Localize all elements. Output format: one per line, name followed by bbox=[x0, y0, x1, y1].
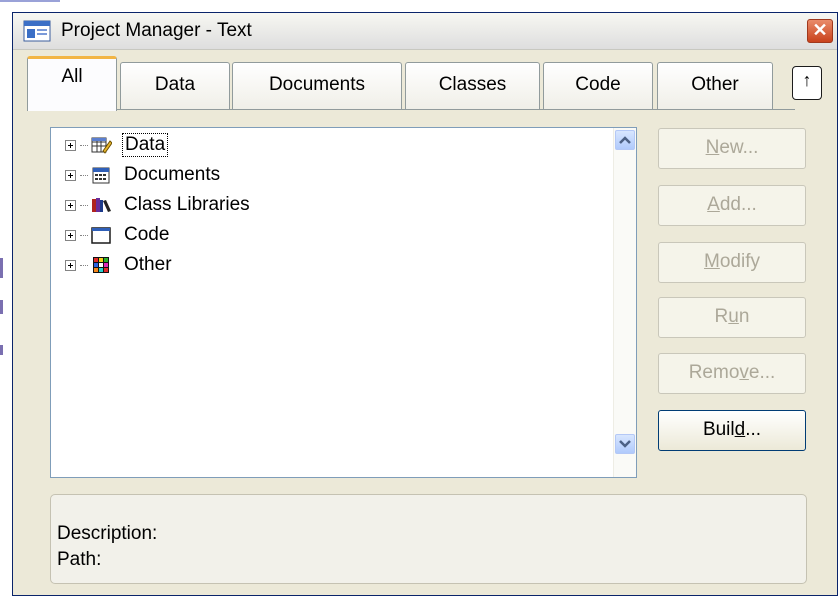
tab-classes[interactable]: Classes bbox=[405, 62, 540, 109]
button-label: New... bbox=[705, 137, 759, 158]
button-label: Modify bbox=[704, 251, 760, 272]
tab-data[interactable]: Data bbox=[120, 62, 230, 109]
close-button[interactable]: ✕ bbox=[807, 19, 833, 43]
scroll-down-button[interactable] bbox=[615, 434, 635, 454]
build-button[interactable]: Build... bbox=[658, 410, 806, 451]
project-manager-window: Project Manager - Text ✕ All Data Docume… bbox=[12, 12, 838, 596]
tree-connector bbox=[80, 234, 88, 236]
expand-icon[interactable] bbox=[65, 199, 76, 211]
other-icon bbox=[93, 257, 109, 273]
tab-label: Other bbox=[691, 74, 739, 95]
button-label: Build... bbox=[702, 419, 762, 440]
data-icon bbox=[91, 137, 112, 154]
tab-strip-divider bbox=[27, 109, 795, 110]
tab-label: Code bbox=[575, 74, 621, 95]
add-button[interactable]: Add... bbox=[658, 185, 806, 226]
tree-item-label: Data bbox=[122, 133, 169, 157]
description-panel: Description: Path: bbox=[50, 494, 807, 584]
tree-scrollbar[interactable] bbox=[613, 128, 636, 477]
remove-button[interactable]: Remove... bbox=[658, 353, 806, 394]
run-button[interactable]: Run bbox=[658, 297, 806, 338]
tab-documents[interactable]: Documents bbox=[232, 62, 402, 109]
chevron-up-icon bbox=[619, 136, 631, 144]
project-tree[interactable]: Data Documents Class Libraries Code Othe… bbox=[50, 127, 637, 478]
button-label: Run bbox=[714, 306, 750, 327]
scroll-up-button[interactable] bbox=[615, 130, 635, 150]
chevron-down-icon bbox=[619, 440, 631, 448]
class-libraries-icon bbox=[92, 198, 111, 212]
collapse-tabs-button[interactable]: ↑ bbox=[792, 66, 822, 100]
path-label: Path: bbox=[57, 549, 102, 570]
tab-all[interactable]: All bbox=[27, 56, 117, 111]
arrow-up-icon: ↑ bbox=[802, 70, 812, 90]
button-label: Remove... bbox=[688, 362, 776, 383]
expand-icon[interactable] bbox=[65, 229, 76, 241]
tree-connector bbox=[80, 204, 88, 206]
code-icon bbox=[91, 227, 111, 244]
tree-item-label: Class Libraries bbox=[124, 194, 250, 215]
tree-connector bbox=[80, 264, 88, 266]
tree-connector bbox=[80, 174, 88, 176]
tree-item-class-libraries[interactable]: Class Libraries bbox=[65, 191, 252, 219]
expand-icon[interactable] bbox=[65, 169, 76, 181]
tree-item-documents[interactable]: Documents bbox=[65, 161, 222, 189]
expand-icon[interactable] bbox=[65, 259, 76, 271]
tree-item-code[interactable]: Code bbox=[65, 221, 171, 249]
tab-code[interactable]: Code bbox=[543, 62, 653, 109]
tree-item-label: Code bbox=[124, 224, 170, 245]
tab-label: All bbox=[61, 66, 83, 87]
title-bar[interactable]: Project Manager - Text ✕ bbox=[13, 13, 837, 50]
description-label: Description: bbox=[57, 523, 158, 544]
tree-item-data[interactable]: Data bbox=[65, 131, 169, 159]
expand-icon[interactable] bbox=[65, 139, 76, 151]
documents-icon bbox=[92, 167, 110, 184]
project-manager-icon bbox=[23, 20, 51, 42]
new-button[interactable]: New... bbox=[658, 128, 806, 169]
modify-button[interactable]: Modify bbox=[658, 242, 806, 283]
tab-label: Data bbox=[154, 74, 196, 95]
tree-connector bbox=[80, 144, 88, 146]
tree-item-other[interactable]: Other bbox=[65, 251, 174, 279]
tab-label: Classes bbox=[438, 74, 507, 95]
window-title: Project Manager - Text bbox=[61, 20, 252, 41]
tab-label: Documents bbox=[268, 74, 366, 95]
tree-item-label: Other bbox=[124, 254, 172, 275]
tree-item-label: Documents bbox=[124, 164, 221, 185]
button-label: Add... bbox=[707, 194, 757, 215]
tab-other[interactable]: Other bbox=[657, 62, 773, 109]
close-icon: ✕ bbox=[812, 20, 828, 40]
